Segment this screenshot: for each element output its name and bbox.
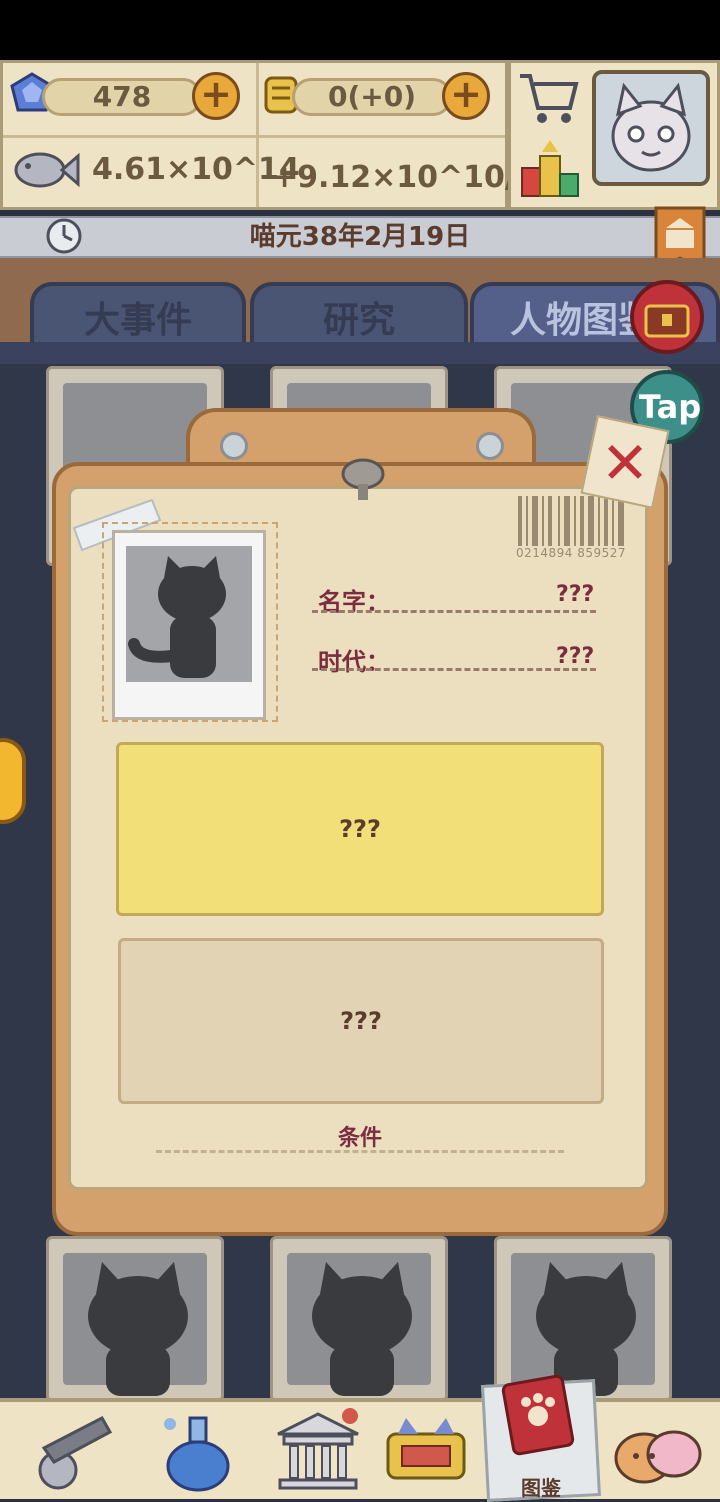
scroll-count: 0(+0) [292, 78, 452, 116]
unknown-cat-silhouette-icon [128, 556, 226, 678]
era-value: ??? [556, 644, 595, 669]
barcode-number: 0214894 859527 [516, 546, 627, 560]
nav-cats-icon[interactable] [610, 1408, 706, 1494]
locked-cat-silhouette-icon [88, 1262, 188, 1396]
tap-button-label: Tap [638, 388, 702, 426]
game-date: 喵元38年2月19日 [249, 222, 471, 252]
gem-count: 478 [42, 78, 202, 116]
close-icon[interactable]: ✕ [588, 428, 662, 498]
condition-label: 条件 [337, 1126, 382, 1151]
nav-cannon-icon[interactable] [24, 1408, 120, 1494]
nav-potion-icon[interactable] [150, 1408, 246, 1494]
fish-icon [14, 152, 80, 188]
add-gems-button[interactable]: + [192, 72, 240, 120]
treasure-chest-icon [644, 304, 690, 338]
add-scrolls-button[interactable]: + [442, 72, 490, 120]
name-underline [312, 610, 596, 613]
barcode-icon [518, 496, 624, 546]
player-avatar[interactable] [592, 70, 710, 186]
bolt-icon [476, 432, 504, 460]
nav-museum-icon[interactable] [270, 1408, 366, 1494]
bolt-icon [220, 432, 248, 460]
treasure-chest-button[interactable] [630, 280, 704, 354]
era-underline [312, 668, 596, 671]
fish-rate: +9.12×10^10/秒 [272, 160, 546, 195]
resource-row-divider [3, 135, 505, 138]
cat-avatar-icon [611, 82, 691, 172]
fish-total: 4.61×10^14 [92, 152, 300, 187]
locked-cat-silhouette-icon [312, 1262, 412, 1396]
ranking-podium-icon[interactable] [518, 138, 582, 200]
era-label: 时代： [318, 648, 390, 676]
condition-underline [156, 1150, 564, 1153]
description-box: ??? [116, 742, 604, 916]
coin-icon[interactable] [0, 738, 26, 824]
tab-base-strip [0, 342, 720, 364]
condition-box: ??? [118, 938, 604, 1104]
nav-treasure-box-icon[interactable] [378, 1408, 474, 1494]
nav-gallery-label: 图鉴 [521, 1476, 561, 1500]
system-status-bar [0, 0, 720, 60]
nav-gallery-book-icon [501, 1374, 575, 1456]
shop-cart-icon[interactable] [516, 66, 580, 128]
pushpin-icon [341, 458, 385, 500]
name-value: ??? [556, 582, 595, 607]
